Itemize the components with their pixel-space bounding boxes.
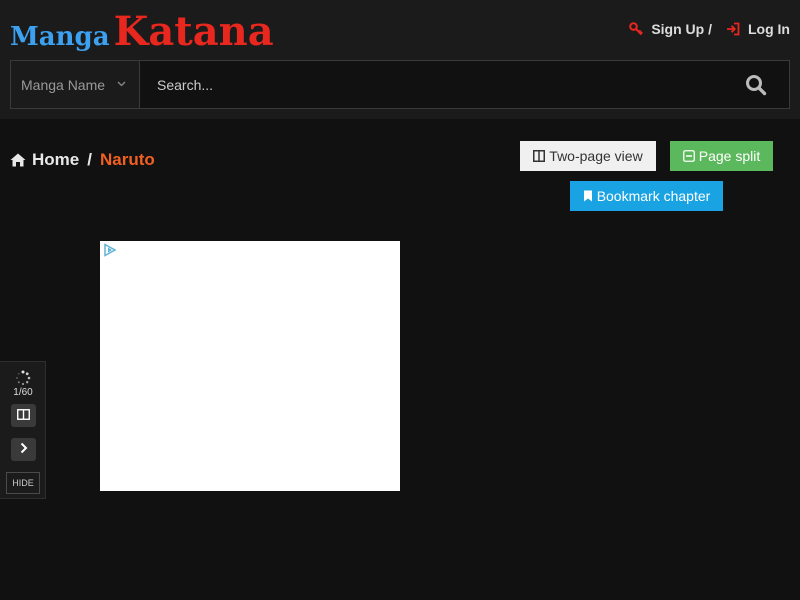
search-icon[interactable] bbox=[745, 74, 767, 96]
bookmark-chapter-button[interactable]: Bookmark chapter bbox=[570, 181, 723, 211]
search-type-value: Manga Name bbox=[21, 76, 106, 93]
page-indicator: 1/60 bbox=[13, 387, 33, 398]
two-page-view-label: Two-page view bbox=[549, 148, 643, 164]
breadcrumb-home-label: Home bbox=[32, 150, 80, 169]
two-page-view-button[interactable]: Two-page view bbox=[520, 141, 656, 171]
breadcrumb: Home / Naruto bbox=[10, 150, 155, 170]
hide-panel-button[interactable]: HIDE bbox=[6, 472, 40, 494]
bookmark-chapter-label: Bookmark chapter bbox=[596, 188, 711, 204]
key-icon bbox=[629, 22, 644, 36]
site-header: Manga Katana Sign Up / Log In Manga Name… bbox=[0, 0, 800, 119]
layout-toggle-button[interactable] bbox=[11, 404, 36, 427]
auth-links: Sign Up / Log In bbox=[629, 21, 790, 37]
minus-square-icon bbox=[682, 150, 695, 162]
columns-icon bbox=[17, 407, 30, 425]
login-link[interactable]: Log In bbox=[726, 21, 790, 37]
reader-side-panel: 1/60 HIDE bbox=[0, 361, 46, 499]
breadcrumb-home[interactable]: Home bbox=[10, 150, 79, 170]
home-icon bbox=[10, 153, 26, 167]
signup-label: Sign Up / bbox=[651, 21, 712, 37]
logo-text-katana: Katana bbox=[113, 8, 274, 55]
signup-link[interactable]: Sign Up / bbox=[629, 21, 712, 37]
columns-icon bbox=[533, 150, 546, 162]
breadcrumb-separator: / bbox=[87, 150, 92, 169]
bookmark-icon bbox=[583, 190, 593, 202]
page-split-label: Page split bbox=[698, 148, 761, 164]
search-input[interactable] bbox=[140, 60, 790, 109]
search-bar: Manga Name bbox=[10, 60, 790, 109]
adchoices-icon[interactable] bbox=[103, 243, 117, 262]
search-type-select[interactable]: Manga Name bbox=[10, 60, 140, 109]
sign-in-icon bbox=[726, 22, 740, 36]
breadcrumb-current[interactable]: Naruto bbox=[100, 150, 155, 170]
chevron-down-icon bbox=[117, 78, 126, 90]
next-page-button[interactable] bbox=[11, 438, 36, 461]
chevron-right-icon bbox=[20, 441, 28, 459]
page-split-button[interactable]: Page split bbox=[670, 141, 773, 171]
site-logo[interactable]: Manga Katana bbox=[10, 8, 274, 52]
logo-text-manga: Manga bbox=[10, 22, 110, 52]
ad-banner[interactable] bbox=[100, 241, 400, 491]
login-label: Log In bbox=[748, 21, 790, 37]
